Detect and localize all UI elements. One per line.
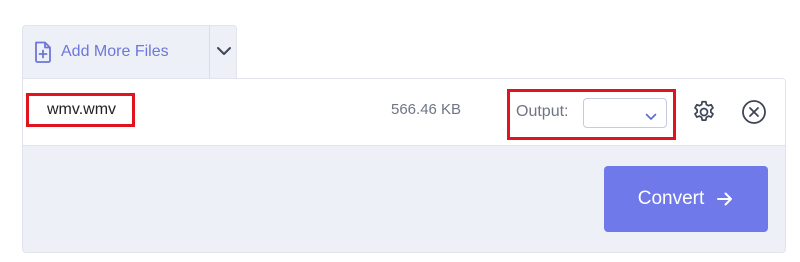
close-circle-icon	[741, 100, 767, 129]
chevron-down-icon	[216, 43, 232, 61]
file-size: 566.46 KB	[391, 101, 462, 118]
output-label: Output:	[516, 103, 569, 120]
add-files-dropdown-button[interactable]	[210, 26, 237, 78]
file-plus-icon	[33, 41, 53, 63]
settings-button[interactable]	[691, 99, 717, 125]
file-list-panel: wmv.wmv 566.46 KB Output: Convert	[22, 78, 786, 253]
file-tab-bar: Add More Files	[22, 25, 237, 78]
add-more-files-label: Add More Files	[61, 43, 169, 60]
convert-button[interactable]: Convert	[604, 166, 768, 232]
gear-icon	[691, 100, 717, 129]
file-name: wmv.wmv	[26, 93, 135, 127]
chevron-down-icon	[645, 108, 657, 126]
file-row: wmv.wmv 566.46 KB Output:	[23, 79, 785, 146]
output-format-group: Output:	[507, 89, 676, 140]
add-more-files-button[interactable]: Add More Files	[23, 26, 209, 78]
file-converter: Add More Files wmv.wmv 566.46 KB Output:	[0, 0, 800, 262]
output-format-select[interactable]	[583, 98, 667, 128]
remove-file-button[interactable]	[741, 99, 767, 125]
convert-label: Convert	[637, 188, 705, 209]
arrow-right-icon	[716, 191, 734, 207]
